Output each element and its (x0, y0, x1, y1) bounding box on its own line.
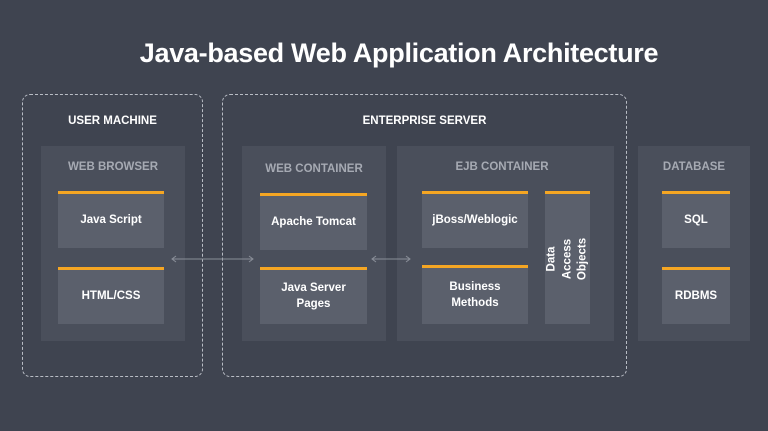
sql-box: SQL (662, 191, 730, 248)
web-browser-label: WEB BROWSER (67, 161, 159, 173)
database-label: DATABASE (662, 161, 726, 173)
business-methods-box: Business Methods (422, 265, 528, 324)
rdbms-box: RDBMS (662, 267, 730, 324)
javascript-box: Java Script (58, 191, 164, 248)
user-machine-label: USER MACHINE (68, 115, 157, 127)
data-access-objects-label: Data Access Objects (545, 237, 589, 281)
diagram-title: Java-based Web Application Architecture (139, 38, 659, 68)
java-server-pages-box: Java Server Pages (260, 267, 367, 324)
html-css-box: HTML/CSS (58, 267, 164, 324)
apache-tomcat-box: Apache Tomcat (260, 193, 367, 250)
ejb-container-label: EJB CONTAINER (455, 161, 549, 173)
data-access-objects-box: Data Access Objects (545, 191, 590, 324)
enterprise-server-label: ENTERPRISE SERVER (362, 115, 487, 127)
jboss-weblogic-box: jBoss/Weblogic (422, 191, 528, 248)
web-container-label: WEB CONTAINER (265, 163, 363, 175)
